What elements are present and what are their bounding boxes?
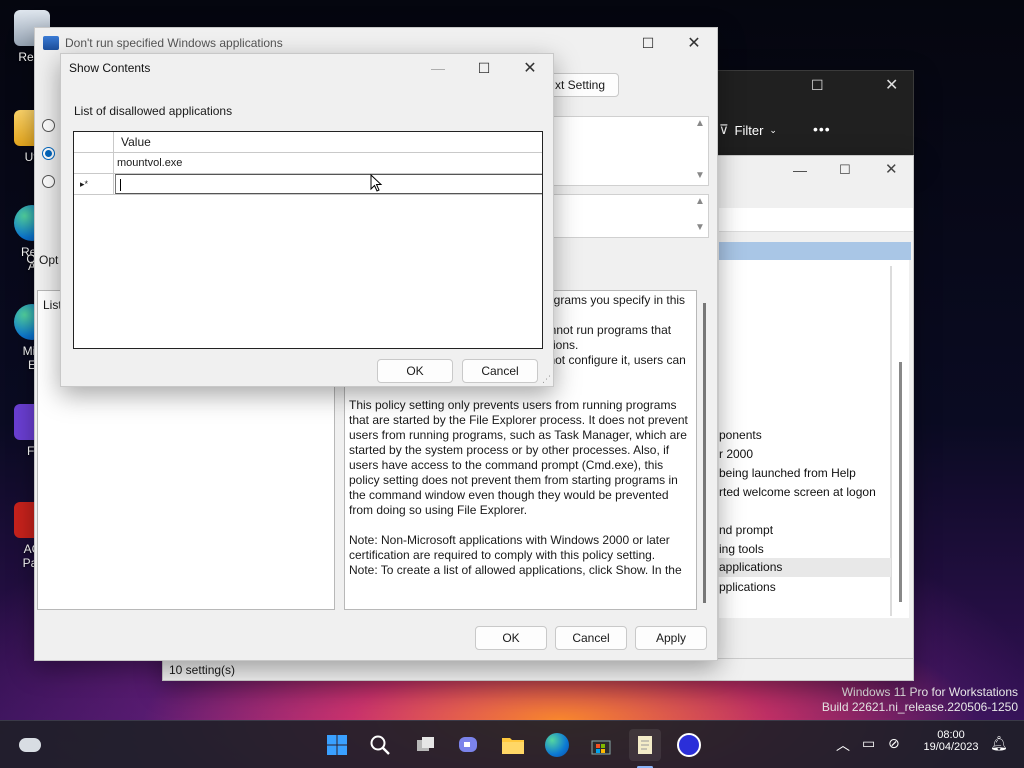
volume-muted-icon[interactable]: ⊘: [888, 735, 900, 752]
scroll-down-icon[interactable]: ▼: [695, 170, 705, 181]
show-caption-buttons: — ☐ ✕: [415, 54, 553, 82]
values-grid[interactable]: Value mountvol.exe ▸*: [73, 131, 543, 349]
chevron-down-icon: ⌄: [769, 124, 777, 135]
scroll-up-icon[interactable]: ▲: [695, 118, 705, 129]
filter-icon: ⊽: [719, 122, 729, 137]
maximize-icon: ☐: [477, 59, 491, 76]
text-caret: [120, 179, 121, 192]
scroll-up-icon[interactable]: ▲: [695, 196, 705, 207]
start-button[interactable]: [321, 729, 353, 761]
show-contents-titlebar: Show Contents — ☐ ✕: [61, 54, 553, 82]
store-icon: [591, 740, 611, 755]
edge-button[interactable]: [541, 729, 573, 761]
windows-watermark: Windows 11 Pro for Workstations Build 22…: [821, 685, 1018, 714]
options-label: Opt: [39, 253, 59, 267]
background-explorer-window[interactable]: ☐ ✕ ⊽ Filter ⌄ •••: [700, 70, 914, 160]
task-view-icon: [417, 737, 434, 751]
list-label: List of disallowed applications: [74, 104, 233, 118]
radio-disabled[interactable]: [42, 175, 55, 188]
ok-button[interactable]: OK: [475, 626, 547, 650]
resize-grip-icon[interactable]: ⋰: [542, 374, 551, 385]
cloud-icon: [19, 738, 41, 752]
list-item[interactable]: r 2000: [719, 447, 753, 461]
search-icon: [370, 735, 390, 755]
file-explorer-button[interactable]: [497, 729, 529, 761]
minimize-icon: —: [431, 60, 445, 76]
supported-on-box: [535, 194, 709, 238]
maximize-button[interactable]: ☐: [625, 28, 671, 58]
scroll-down-icon[interactable]: ▼: [695, 222, 705, 233]
policy-caption-buttons: ☐ ✕: [625, 28, 717, 58]
list-item[interactable]: pplications: [719, 580, 776, 594]
task-view-button[interactable]: [410, 729, 442, 761]
maximize-icon: ☐: [641, 34, 655, 51]
edge-icon: [545, 733, 569, 757]
close-icon: ✕: [523, 60, 537, 77]
notification-bell-icon[interactable]: 🔔︎: [990, 735, 1008, 752]
column-header-value[interactable]: Value: [115, 132, 542, 152]
folder-icon: [502, 738, 524, 754]
grid-cell-value[interactable]: mountvol.exe: [115, 153, 542, 173]
status-bar: 10 setting(s): [163, 658, 913, 680]
chevron-up-icon[interactable]: ︿: [836, 735, 850, 755]
list-item[interactable]: ponents: [719, 428, 762, 442]
minimize-button[interactable]: —: [415, 54, 461, 82]
help-scrollbar[interactable]: [703, 303, 706, 603]
grid-cell-edit[interactable]: [115, 174, 542, 194]
network-icon[interactable]: ▭: [862, 735, 875, 752]
policy-app-icon: [43, 36, 59, 50]
maximize-icon[interactable]: ☐: [811, 77, 824, 94]
list-item[interactable]: rted welcome screen at logon: [719, 485, 876, 499]
address-bar[interactable]: [719, 208, 913, 232]
close-icon[interactable]: ✕: [885, 75, 898, 95]
apply-button[interactable]: Apply: [635, 626, 707, 650]
close-icon[interactable]: ✕: [885, 160, 898, 178]
list-item[interactable]: being launched from Help: [719, 466, 856, 480]
teams-chat-icon: [459, 737, 477, 752]
maximize-button[interactable]: ☐: [461, 54, 507, 82]
scrollbar[interactable]: [899, 362, 902, 602]
maximize-icon[interactable]: ☐: [839, 162, 851, 178]
clock[interactable]: 08:00 19/04/2023: [918, 729, 984, 753]
list-item[interactable]: ing tools: [719, 542, 764, 556]
grid-row-new[interactable]: ▸*: [74, 174, 542, 195]
flow-app-icon: [677, 733, 701, 757]
close-button[interactable]: ✕: [671, 28, 717, 58]
search-button[interactable]: [364, 729, 396, 761]
show-contents-dialog[interactable]: Show Contents — ☐ ✕ List of disallowed a…: [60, 53, 554, 387]
radio-not-configured[interactable]: [42, 119, 55, 132]
ok-button[interactable]: OK: [377, 359, 453, 383]
notepad-icon: [638, 736, 652, 754]
chat-button[interactable]: [452, 729, 484, 761]
close-icon: ✕: [687, 35, 701, 52]
cancel-button[interactable]: Cancel: [555, 626, 627, 650]
list-item[interactable]: nd prompt: [719, 523, 773, 537]
windows-logo-icon: [327, 735, 347, 755]
mouse-pointer-icon: [370, 174, 383, 192]
flow-button[interactable]: [673, 729, 705, 761]
weather-widget[interactable]: [14, 729, 46, 761]
close-button[interactable]: ✕: [507, 54, 553, 82]
comment-textbox[interactable]: [535, 116, 709, 186]
more-options-button[interactable]: •••: [813, 121, 831, 137]
grid-header-row: Value: [74, 132, 542, 153]
column-header-band: [719, 242, 911, 260]
minimize-icon[interactable]: —: [793, 162, 807, 178]
row-header-corner: [74, 132, 114, 152]
notepad-button[interactable]: [629, 729, 661, 761]
row-header[interactable]: [74, 153, 114, 173]
row-header-new[interactable]: ▸*: [74, 174, 114, 194]
cancel-button[interactable]: Cancel: [462, 359, 538, 383]
grid-row[interactable]: mountvol.exe: [74, 153, 542, 174]
store-button[interactable]: [585, 729, 617, 761]
radio-enabled[interactable]: [42, 147, 55, 160]
filter-button[interactable]: ⊽ Filter ⌄: [719, 122, 777, 138]
taskbar: ︿ ▭ ⊘ 08:00 19/04/2023 🔔︎: [0, 720, 1024, 768]
list-item-selected[interactable]: applications: [715, 558, 891, 577]
